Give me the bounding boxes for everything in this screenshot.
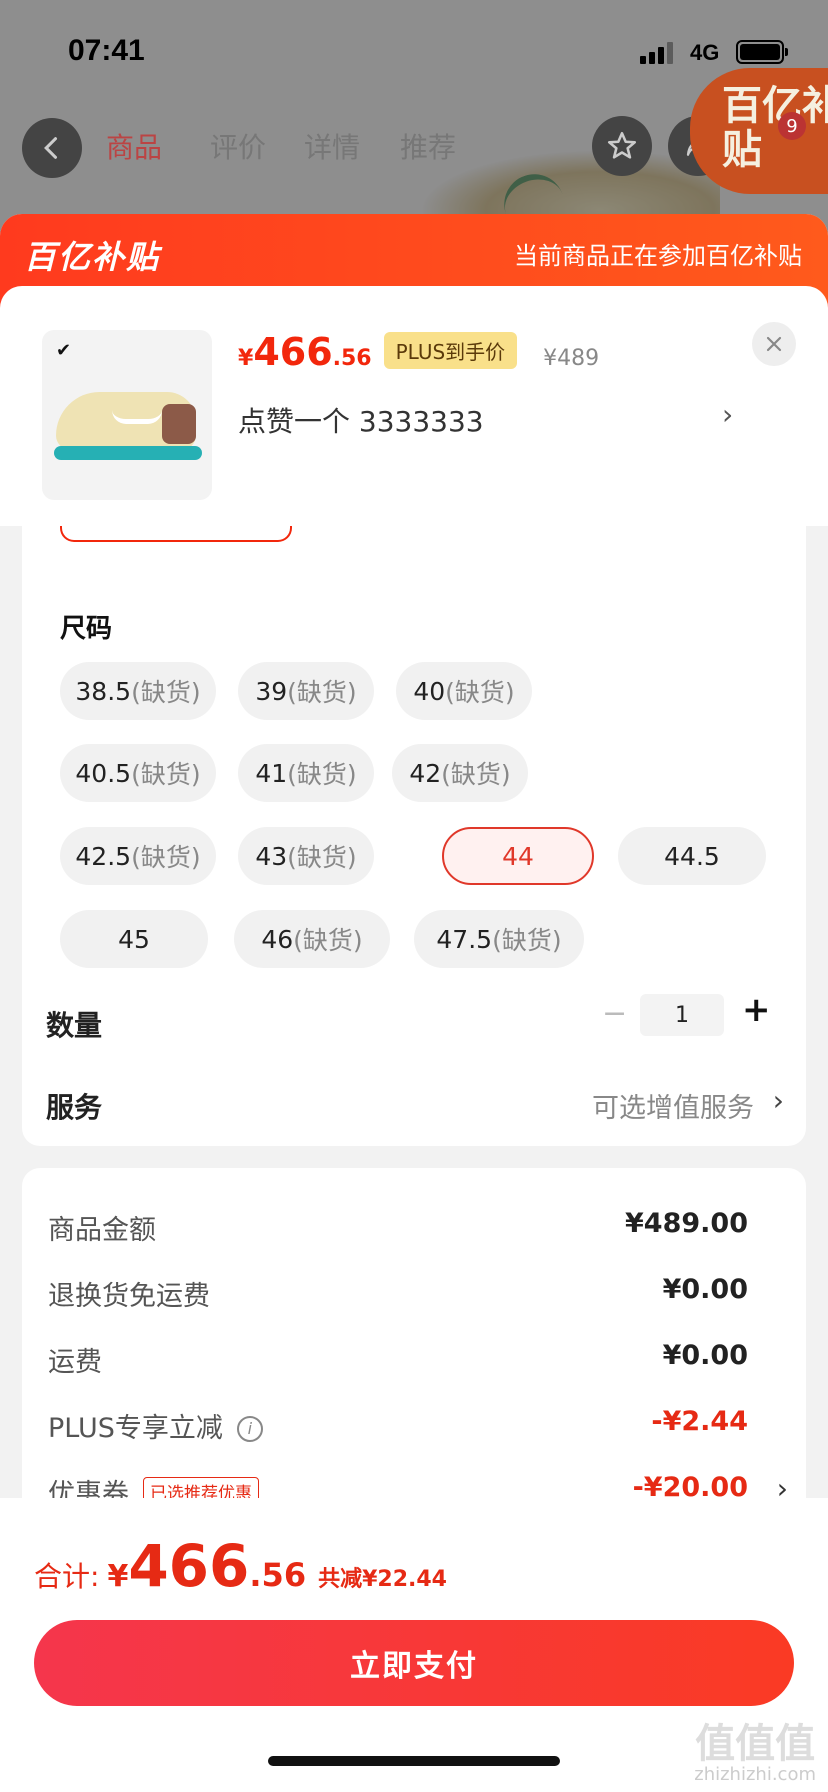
price-row: ¥ 466 .56 PLUS到手价 ¥489	[238, 330, 599, 376]
pay-now-button[interactable]: 立即支付	[34, 1620, 794, 1706]
spec-card-controls: 数量 − 1 + 服务 可选增值服务 ›	[22, 526, 806, 1146]
star-icon	[607, 131, 637, 159]
tab-reviews[interactable]: 评价	[210, 126, 266, 166]
home-indicator[interactable]	[268, 1756, 560, 1766]
status-time: 07:41	[68, 34, 145, 67]
quantity-decrement-button[interactable]: −	[602, 996, 627, 1031]
shoe-sole	[54, 446, 202, 460]
return-shipping-value: ¥0.00	[662, 1274, 748, 1305]
goods-amount-row: 商品金额 ¥489.00	[48, 1208, 788, 1248]
plus-discount-label: PLUS专享立减	[48, 1413, 223, 1444]
total-currency: ¥	[107, 1559, 129, 1594]
tab-recommend[interactable]: 推荐	[400, 126, 456, 166]
back-button[interactable]	[22, 118, 82, 178]
tab-goods[interactable]: 商品	[106, 126, 162, 166]
return-shipping-row: 退换货免运费 ¥0.00	[48, 1274, 788, 1314]
close-button[interactable]	[752, 322, 796, 366]
shoe-swoosh	[112, 410, 162, 424]
chevron-right-icon[interactable]: ›	[773, 1084, 784, 1117]
status-bar: 07:41 4G	[0, 0, 828, 100]
subsidy-sticker[interactable]: 百亿补贴	[690, 68, 828, 194]
checkout-bar: 合计: ¥ 466 .56 共减¥22.44 立即支付 值值值 zhizhizhi…	[0, 1498, 828, 1792]
price-integer: 466	[253, 330, 333, 374]
selected-spec[interactable]: 点赞一个 3333333	[238, 400, 484, 440]
tab-details[interactable]: 详情	[304, 126, 360, 166]
watermark-logo: 值值值	[695, 1721, 816, 1767]
quantity-label: 数量	[46, 1009, 103, 1042]
subsidy-logo: 百亿补贴	[24, 238, 161, 276]
chevron-right-icon[interactable]: ›	[722, 398, 733, 431]
signal-icon	[640, 42, 676, 64]
watermark: 值值值 zhizhizhi.com	[694, 1724, 816, 1786]
quantity-increment-button[interactable]: +	[742, 990, 771, 1030]
product-thumbnail[interactable]: ✔	[42, 330, 212, 500]
plus-discount-label-group: PLUS专享立减 i	[48, 1406, 263, 1445]
total-integer: 466	[128, 1532, 250, 1600]
watermark-url: zhizhizhi.com	[694, 1764, 816, 1785]
return-shipping-label: 退换货免运费	[48, 1281, 210, 1312]
total-amount: 合计: ¥ 466 .56 共减¥22.44	[34, 1532, 447, 1600]
service-value[interactable]: 可选增值服务	[592, 1086, 754, 1125]
total-decimal: .56	[249, 1556, 307, 1594]
service-label: 服务	[46, 1091, 103, 1124]
quantity-input[interactable]: 1	[640, 994, 724, 1036]
subsidy-note: 当前商品正在参加百亿补贴	[514, 242, 802, 270]
shipping-row: 运费 ¥0.00	[48, 1340, 788, 1380]
chevron-left-icon	[44, 137, 58, 159]
plus-price-tag: PLUS到手价	[383, 332, 518, 369]
network-type: 4G	[690, 40, 720, 65]
notification-badge: 9	[778, 112, 806, 140]
total-label: 合计:	[34, 1560, 100, 1593]
total-savings: 共减¥22.44	[318, 1567, 447, 1592]
product-summary: ✔ ¥ 466 .56 PLUS到手价 ¥489 点赞一个 3333333 ›	[0, 286, 828, 526]
brand-logo-icon: ✔	[56, 340, 72, 361]
price-currency: ¥	[238, 346, 254, 371]
info-icon[interactable]: i	[236, 1415, 263, 1442]
goods-amount-value: ¥489.00	[625, 1208, 748, 1239]
price-decimal: .56	[332, 346, 372, 371]
plus-discount-row: PLUS专享立减 i -¥2.44	[48, 1406, 788, 1446]
close-icon	[766, 336, 782, 352]
shipping-label: 运费	[48, 1347, 102, 1378]
original-price: ¥489	[543, 346, 600, 371]
shoe-heel	[162, 404, 196, 444]
goods-amount-label: 商品金额	[48, 1215, 156, 1246]
plus-discount-value: -¥2.44	[651, 1406, 748, 1437]
favorite-button[interactable]	[592, 116, 652, 176]
shipping-value: ¥0.00	[662, 1340, 748, 1371]
battery-icon	[736, 40, 788, 64]
